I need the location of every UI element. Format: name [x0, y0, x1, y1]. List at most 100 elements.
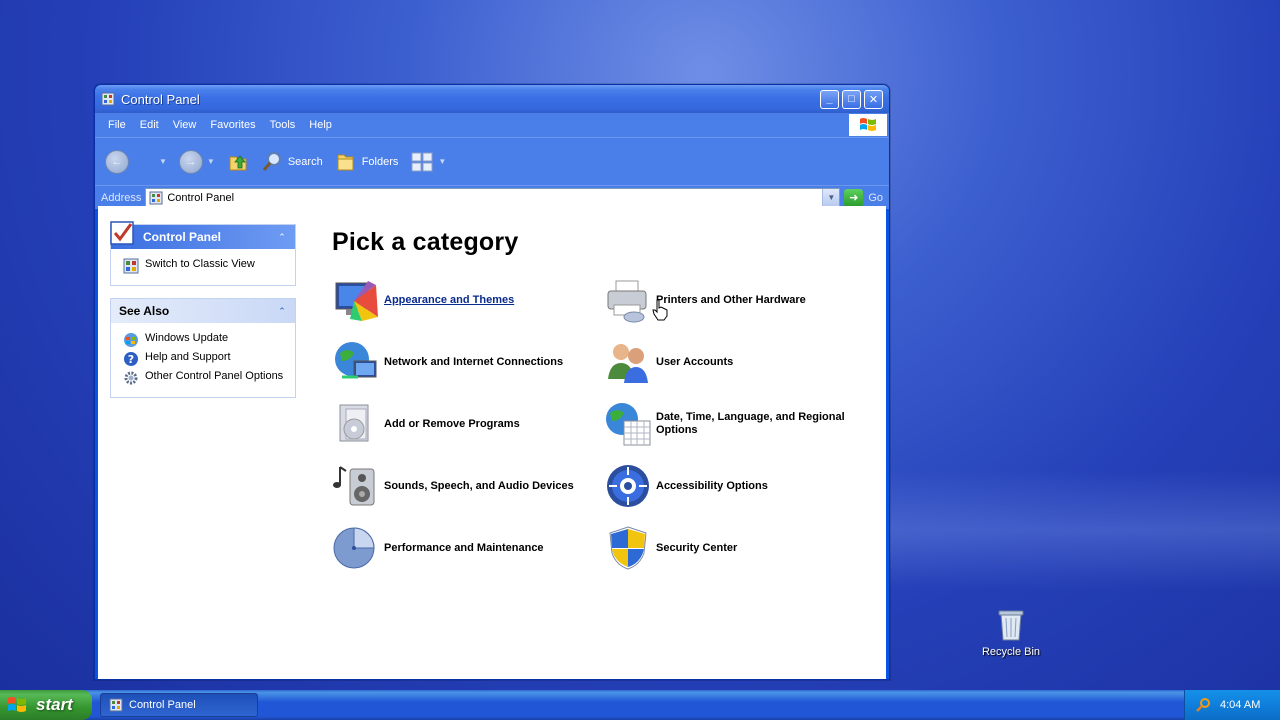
category-performance-maintenance[interactable]: Performance and Maintenance — [332, 525, 604, 571]
minimize-icon: _ — [826, 93, 833, 105]
category-label: Performance and Maintenance — [384, 541, 544, 554]
category-add-remove-programs[interactable]: Add or Remove Programs — [332, 401, 604, 447]
see-also-body: Windows Update ? Help and Support Other … — [111, 323, 295, 397]
clock[interactable]: 4:04 AM — [1220, 699, 1260, 711]
search-button[interactable]: Search — [261, 151, 323, 173]
help-support-link[interactable]: ? Help and Support — [123, 351, 285, 367]
category-label: Accessibility Options — [656, 479, 768, 492]
forward-button[interactable]: → ▼ — [178, 149, 215, 174]
printer-icon — [607, 280, 647, 323]
minimize-button[interactable]: _ — [820, 89, 839, 109]
windows-update-label: Windows Update — [145, 332, 229, 344]
content-area: Control Panel ⌃ Switch to Classic View S… — [98, 206, 886, 679]
accessibility-icon — [607, 465, 649, 507]
start-button[interactable]: start — [0, 690, 92, 720]
speaker-icon — [333, 466, 375, 506]
category-label: Printers and Other Hardware — [656, 293, 806, 306]
views-button[interactable]: ▼ — [410, 151, 446, 173]
views-dropdown-icon[interactable]: ▼ — [438, 157, 446, 166]
close-button[interactable]: ✕ — [864, 89, 883, 109]
category-printers-hardware[interactable]: Printers and Other Hardware — [604, 277, 874, 323]
search-tray-icon[interactable] — [1195, 697, 1211, 713]
gear-icon — [124, 371, 138, 385]
window-title: Control Panel — [121, 91, 200, 107]
up-folder-icon — [229, 154, 247, 170]
category-label: Appearance and Themes — [384, 293, 515, 306]
control-panel-task-body: Switch to Classic View — [111, 249, 295, 285]
help-support-label: Help and Support — [145, 351, 231, 363]
category-label: Add or Remove Programs — [384, 417, 520, 430]
menu-view[interactable]: View — [166, 119, 204, 131]
category-appearance-themes[interactable]: Appearance and Themes — [332, 277, 604, 323]
maximize-button[interactable]: □ — [842, 89, 861, 109]
title-bar[interactable]: Control Panel _ □ ✕ — [95, 85, 889, 113]
folders-icon — [337, 154, 354, 170]
control-panel-check-icon — [110, 221, 134, 245]
task-pane: Control Panel ⌃ Switch to Classic View S… — [98, 206, 308, 679]
up-folder-button[interactable] — [227, 151, 249, 173]
classic-view-icon — [123, 258, 139, 274]
back-button[interactable]: ← ▼ — [105, 149, 167, 174]
windows-flag-icon — [8, 697, 26, 712]
forward-dropdown-icon[interactable]: ▼ — [207, 157, 215, 166]
system-tray: 4:04 AM — [1184, 690, 1280, 720]
recycle-bin-desktop-icon[interactable]: Recycle Bin — [974, 608, 1048, 658]
category-date-time-language[interactable]: Date, Time, Language, and Regional Optio… — [604, 401, 874, 447]
address-label: Address — [101, 191, 142, 204]
collapse-icon[interactable]: ⌃ — [275, 230, 289, 244]
menu-help[interactable]: Help — [302, 119, 339, 131]
other-options-label: Other Control Panel Options — [145, 370, 284, 382]
search-label: Search — [287, 155, 323, 168]
go-arrow-icon: ➜ — [849, 192, 859, 204]
standard-toolbar: ← ▼ → ▼ Search Folders ▼ — [95, 137, 889, 185]
see-also-task-box: See Also ⌃ Windows Update ? Help and Sup… — [110, 298, 296, 398]
help-icon: ? — [124, 352, 138, 366]
menu-tools[interactable]: Tools — [263, 119, 303, 131]
windows-flag-icon — [860, 118, 876, 131]
shield-icon — [609, 526, 647, 570]
hand-cursor-icon — [652, 299, 668, 321]
desktop-background — [880, 470, 1280, 590]
control-panel-task-header[interactable]: Control Panel ⌃ — [110, 221, 295, 249]
see-also-title: See Also — [119, 304, 170, 318]
menu-favorites[interactable]: Favorites — [203, 119, 262, 131]
folders-button[interactable]: Folders — [335, 151, 398, 173]
category-user-accounts[interactable]: User Accounts — [604, 339, 874, 385]
category-network-internet[interactable]: Network and Internet Connections — [332, 339, 604, 385]
network-icon — [335, 342, 377, 379]
taskbar-item-control-panel[interactable]: Control Panel — [100, 693, 258, 717]
address-dropdown-button[interactable]: ▼ — [822, 188, 840, 207]
category-label: User Accounts — [656, 355, 734, 368]
menu-edit[interactable]: Edit — [133, 119, 166, 131]
control-panel-task-box: Control Panel ⌃ Switch to Classic View — [110, 221, 296, 286]
views-icon — [411, 152, 433, 171]
collapse-icon[interactable]: ⌃ — [275, 304, 289, 318]
recycle-bin-icon — [998, 610, 1024, 641]
control-panel-small-icon — [149, 191, 163, 204]
switch-classic-view-label: Switch to Classic View — [145, 258, 255, 270]
address-input[interactable]: Control Panel ▼ — [145, 187, 841, 208]
taskbar: start Control Panel 4:04 AM — [0, 690, 1280, 720]
category-sounds-audio[interactable]: Sounds, Speech, and Audio Devices — [332, 463, 604, 509]
menu-file[interactable]: File — [101, 119, 133, 131]
windows-update-icon — [124, 333, 138, 347]
globe-calendar-icon — [606, 403, 651, 446]
switch-classic-view-link[interactable]: Switch to Classic View — [123, 258, 285, 274]
see-also-header[interactable]: See Also ⌃ — [111, 299, 295, 323]
page-title: Pick a category — [332, 228, 519, 256]
close-icon: ✕ — [868, 93, 879, 106]
back-dropdown-icon[interactable]: ▼ — [159, 157, 167, 166]
category-label: Sounds, Speech, and Audio Devices — [384, 479, 574, 492]
category-accessibility[interactable]: Accessibility Options — [604, 463, 874, 509]
control-panel-icon — [101, 92, 115, 106]
forward-arrow-icon: → — [185, 155, 197, 168]
windows-update-link[interactable]: Windows Update — [123, 332, 285, 348]
category-security-center[interactable]: Security Center — [604, 525, 874, 571]
go-label: Go — [868, 191, 883, 204]
go-button[interactable]: ➜ Go — [844, 188, 883, 207]
appearance-icon — [335, 281, 378, 321]
address-value: Control Panel — [167, 191, 235, 204]
control-panel-small-icon — [109, 698, 123, 712]
other-options-link[interactable]: Other Control Panel Options — [123, 370, 285, 386]
category-label: Date, Time, Language, and Regional Optio… — [656, 411, 845, 436]
